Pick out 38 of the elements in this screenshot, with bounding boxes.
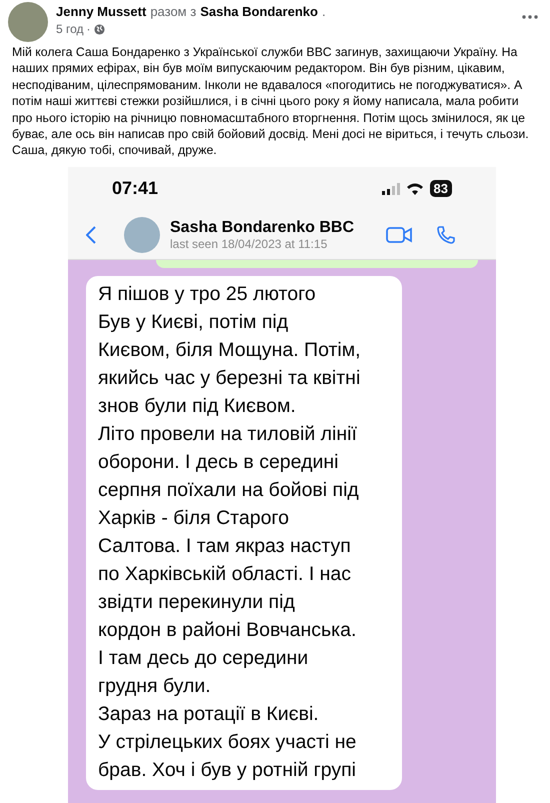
video-call-icon[interactable] <box>386 226 412 244</box>
period-text: . <box>322 4 326 19</box>
battery-level: 83 <box>430 180 452 198</box>
contact-name[interactable]: Sasha Bondarenko BBC <box>170 218 376 237</box>
message-line: Літо провели на тиловій лінії <box>98 422 358 447</box>
separator-dot: · <box>86 22 91 36</box>
message-line: Салтова. І там якраз наступ <box>98 534 352 559</box>
with-label: разом з <box>150 4 196 19</box>
tagged-link[interactable]: Sasha Bondarenko <box>200 4 318 19</box>
message-line: по Харківській області. І нас <box>98 562 352 587</box>
message-line: Зараз на ротації в Києві. <box>98 702 320 727</box>
post-text: Мій колега Саша Бондаренко з Української служби BBC загинув, захищаючи Україну. На наших прямих ефірах, він був моїм випускаючим редактором. Він був різним, цікавим, несподіваним, цілеспрямованим. Інколи не вдавалося «погодитись не погоджуватися». А потім наші життєві стежки розійшлися, і в січні цього року я йому написала, мала робити про нього історію на річницю повномасштабного вторгнення. Потім щось змінилося, як це буває, але ось він написав про свій бойовий досвід. Мені досі не віриться, і течуть сльози. Саша, дякую тобі, спочивай, друже. <box>11 44 530 159</box>
avatar-circle[interactable] <box>8 2 48 42</box>
more-icon[interactable] <box>522 15 538 19</box>
globe-icon <box>94 24 105 34</box>
clock-text: 07:41 <box>112 178 158 200</box>
message-line: У стрілецьких боях участі не <box>98 730 358 755</box>
author-link[interactable]: Jenny Mussett <box>56 4 146 19</box>
message-line: Я пішов у тро 25 лютого <box>98 282 317 307</box>
message-line: брав. Хоч і був у ротній групі <box>98 758 358 783</box>
message-line: Києвом, біля Мощуна. Потім, <box>98 338 362 363</box>
message-line: Був у Києві, потім під <box>98 310 290 335</box>
message-line: І там десь до середини <box>98 646 310 671</box>
back-icon[interactable] <box>86 226 96 244</box>
message-line: Харків - біля Старого <box>98 506 290 531</box>
signal-icon <box>382 182 400 195</box>
message-line: знов були під Києвом. <box>98 394 297 419</box>
message-line: оборони. І десь в середині <box>98 450 340 475</box>
message-line: якийсь час у березні та квітні <box>98 366 362 391</box>
message-line: звідти перекинули під <box>98 590 296 615</box>
message-line: грудня були. <box>98 674 212 699</box>
wifi-icon <box>406 182 424 196</box>
message-line: серпня поїхали на бойові під <box>98 478 360 503</box>
contact-avatar[interactable] <box>124 216 160 253</box>
last-seen-text: last seen 18/04/2023 at 11:15 <box>170 236 328 251</box>
post-time[interactable]: 5 год <box>56 22 84 36</box>
phone-call-icon[interactable] <box>436 224 456 245</box>
message-line: кордон в районі Вовчанська. <box>98 618 358 643</box>
